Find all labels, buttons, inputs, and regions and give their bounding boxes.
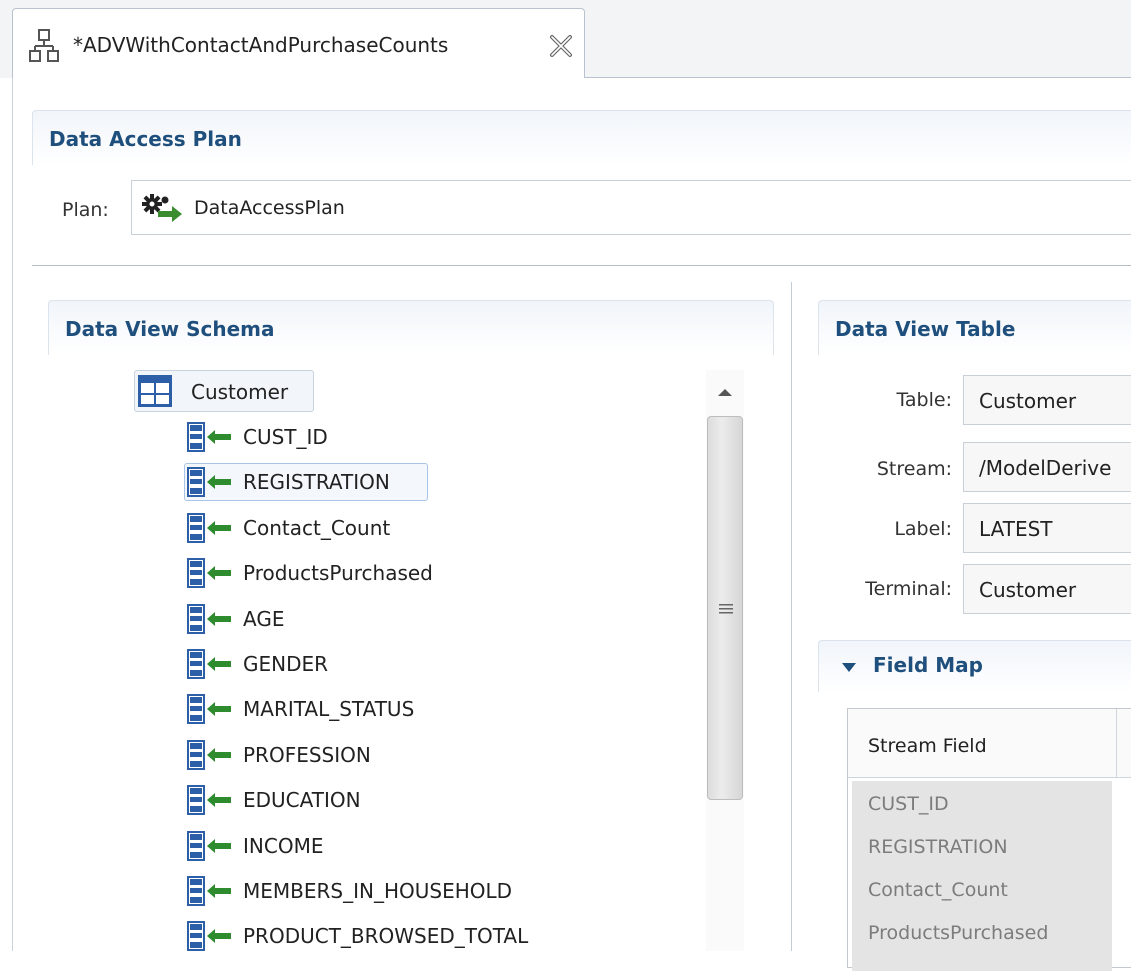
sash-vertical-separator[interactable] xyxy=(791,282,792,951)
field-arrow-icon xyxy=(187,512,231,543)
plan-label: Plan: xyxy=(62,199,109,221)
grid-body: CUST_ID REGISTRATION Contact_Count Products… xyxy=(852,781,1112,971)
close-icon[interactable] xyxy=(549,34,573,58)
tree-item[interactable]: EDUCATION xyxy=(184,781,371,819)
field-arrow-icon xyxy=(187,876,231,906)
tree-root-customer[interactable]: Customer xyxy=(134,370,314,412)
data-view-schema-header: Data View Schema xyxy=(48,300,774,355)
tree-item-label: ProductsPurchased xyxy=(243,561,433,586)
label-value: LATEST xyxy=(979,517,1053,541)
grid-row-stream-field[interactable]: REGISTRATION xyxy=(868,836,1008,858)
grid-row-stream-field[interactable]: CUST_ID xyxy=(868,793,949,815)
field-map-header[interactable]: Field Map xyxy=(818,640,1131,692)
editor-tab-strip: *ADVWithContactAndPurchaseCounts xyxy=(0,0,1131,78)
chevron-up-icon[interactable] xyxy=(717,387,733,397)
field-map-title: Field Map xyxy=(873,653,983,677)
field-arrow-icon xyxy=(187,785,231,816)
gear-arrow-icon xyxy=(142,194,182,222)
tree-item[interactable]: INCOME xyxy=(184,827,332,865)
tree-item[interactable]: PRODUCT_BROWSED_TOTAL xyxy=(184,917,529,955)
plan-field[interactable]: DataAccessPlan xyxy=(131,180,1131,235)
field-arrow-icon xyxy=(187,921,231,952)
field-arrow-icon xyxy=(187,558,231,589)
field-arrow-icon xyxy=(187,467,231,498)
tree-item[interactable]: AGE xyxy=(184,600,293,638)
chevron-down-icon xyxy=(842,663,856,672)
tree-item[interactable]: PROFESSION xyxy=(184,736,384,774)
grid-header-column[interactable]: Stream Field xyxy=(848,709,1117,777)
terminal-value: Customer xyxy=(979,578,1077,602)
hierarchy-icon xyxy=(29,29,59,62)
tab-strip-divider xyxy=(585,77,1131,78)
field-arrow-icon xyxy=(187,422,231,452)
tree-item-label: PROFESSION xyxy=(243,742,371,767)
tree-item-label: REGISTRATION xyxy=(243,470,390,495)
table-field[interactable]: Customer xyxy=(963,375,1131,425)
plan-value: DataAccessPlan xyxy=(194,197,345,219)
data-access-plan-title: Data Access Plan xyxy=(49,127,242,151)
field-arrow-icon xyxy=(187,603,231,634)
table-value: Customer xyxy=(979,389,1077,413)
editor-tab-title: *ADVWithContactAndPurchaseCounts xyxy=(73,33,449,57)
tree-item-label: INCOME xyxy=(243,833,324,858)
tree-item-label: MEMBERS_IN_HOUSEHOLD xyxy=(243,879,513,903)
table-icon xyxy=(138,375,172,407)
stream-field[interactable]: /ModelDerive xyxy=(963,442,1131,492)
data-view-schema-title: Data View Schema xyxy=(65,317,275,341)
grid-row-stream-field[interactable]: ProductsPurchased xyxy=(868,922,1048,944)
field-arrow-icon xyxy=(187,739,231,770)
tree-item-label: Contact_Count xyxy=(243,515,391,540)
tree-item-label: EDUCATION xyxy=(243,788,361,813)
field-arrow-icon xyxy=(187,649,231,679)
stream-value: /ModelDerive xyxy=(979,456,1112,480)
tree-item-label: AGE xyxy=(243,606,285,631)
grid-row-stream-field[interactable]: Contact_Count xyxy=(868,879,1008,901)
label-field[interactable]: LATEST xyxy=(963,503,1131,553)
tree-scrollbar[interactable] xyxy=(706,370,744,951)
tree-item-label: CUST_ID xyxy=(243,425,328,449)
stream-field-header: Stream Field xyxy=(868,735,987,757)
field-arrow-icon xyxy=(187,694,231,725)
tree-item-label: PRODUCT_BROWSED_TOTAL xyxy=(243,924,529,949)
label-label: Label: xyxy=(894,518,952,540)
data-view-table-header: Data View Table xyxy=(818,300,1131,355)
editor-border xyxy=(12,78,13,951)
field-arrow-icon xyxy=(187,830,231,861)
tree-item-label: MARITAL_STATUS xyxy=(243,697,415,722)
tree-item[interactable]: CUST_ID xyxy=(184,418,345,456)
tree-root-label: Customer xyxy=(191,380,289,404)
editor-tab[interactable]: *ADVWithContactAndPurchaseCounts xyxy=(12,8,585,78)
table-label: Table: xyxy=(896,389,952,411)
tree-item[interactable]: REGISTRATION xyxy=(184,463,428,502)
tree-item[interactable]: ProductsPurchased xyxy=(184,554,475,592)
grip-icon xyxy=(719,604,733,614)
terminal-label: Terminal: xyxy=(865,578,952,600)
data-view-table-title: Data View Table xyxy=(835,317,1016,341)
tree-item[interactable]: GENDER xyxy=(184,645,332,683)
terminal-field[interactable]: Customer xyxy=(963,564,1131,614)
data-access-plan-header: Data Access Plan xyxy=(32,110,1131,165)
grid-header: Stream Field xyxy=(848,709,1131,778)
horizontal-separator xyxy=(32,265,1131,266)
tree-item[interactable]: MEMBERS_IN_HOUSEHOLD xyxy=(184,872,514,910)
field-map-grid: Stream Field CUST_ID REGISTRATION Contact_… xyxy=(847,708,1131,971)
stream-label: Stream: xyxy=(876,458,952,480)
tree-item-label: GENDER xyxy=(243,652,329,676)
scrollbar-thumb[interactable] xyxy=(707,416,743,800)
tree-item[interactable]: MARITAL_STATUS xyxy=(184,690,436,728)
tree-item[interactable]: Contact_Count xyxy=(184,509,423,547)
